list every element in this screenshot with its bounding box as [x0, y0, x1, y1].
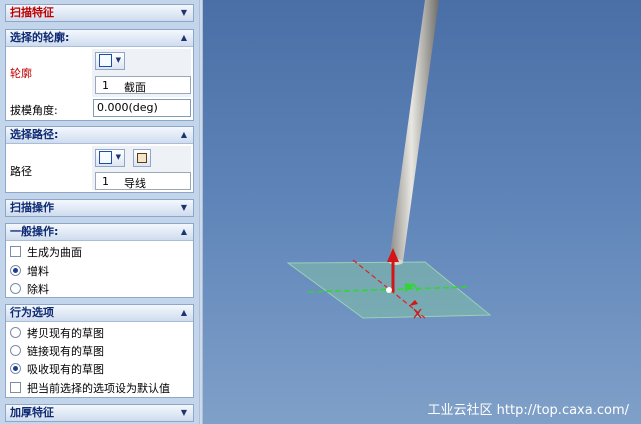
- profile-item-index: 1: [102, 79, 109, 92]
- sweep-tube-body[interactable]: [389, 0, 439, 262]
- chevron-up-icon[interactable]: ▲: [181, 127, 187, 143]
- profile-list[interactable]: 1 截面: [95, 76, 191, 94]
- draft-angle-input[interactable]: 0.000(deg): [93, 99, 191, 117]
- thicken-feature-section: 加厚特征 ▼: [5, 404, 194, 422]
- picture-icon: [137, 153, 147, 163]
- sweep-operation-header[interactable]: 扫描操作 ▼: [6, 200, 193, 216]
- pencil-icon: [99, 54, 112, 67]
- select-path-header[interactable]: 选择路径: ▲: [6, 127, 193, 144]
- general-operation-title: 一般操作:: [10, 225, 59, 238]
- sweep-feature-section: 扫描特征 ▼: [5, 4, 194, 22]
- select-path-title: 选择路径:: [10, 128, 59, 141]
- path-pick-button[interactable]: ▼: [95, 149, 125, 167]
- sweep-feature-title: 扫描特征: [10, 6, 54, 19]
- remove-material-radio[interactable]: [10, 283, 21, 294]
- behavior-options-section: 行为选项 ▲ 拷贝现有的草图 链接现有的草图 吸收现有的草图 把当前选择的选项设…: [5, 304, 194, 398]
- path-item-name: 导线: [124, 177, 146, 190]
- thicken-feature-title: 加厚特征: [10, 406, 54, 419]
- profile-pick-button[interactable]: ▼: [95, 52, 125, 70]
- add-material-label: 增料: [27, 265, 49, 278]
- set-default-label: 把当前选择的选项设为默认值: [27, 382, 170, 395]
- pencil-icon: [99, 151, 112, 164]
- copy-sketch-label: 拷贝现有的草图: [27, 327, 104, 340]
- draft-angle-label: 拔模角度:: [10, 104, 58, 117]
- watermark: 工业云社区 http://top.caxa.com/: [427, 403, 629, 418]
- general-operation-header[interactable]: 一般操作: ▲: [6, 224, 193, 241]
- behavior-options-title: 行为选项: [10, 306, 54, 319]
- property-panel: 扫描特征 ▼ 选择的轮廓: ▲ 轮廓 ▼ 1 截面 拔模角度: 0.000(de…: [0, 0, 199, 424]
- chevron-down-icon[interactable]: ▼: [181, 405, 187, 421]
- chevron-down-icon[interactable]: ▼: [181, 200, 187, 216]
- sweep-operation-title: 扫描操作: [10, 201, 54, 214]
- chevron-up-icon[interactable]: ▲: [181, 30, 187, 46]
- behavior-options-header[interactable]: 行为选项 ▲: [6, 305, 193, 322]
- link-sketch-label: 链接现有的草图: [27, 345, 104, 358]
- sweep-operation-section: 扫描操作 ▼: [5, 199, 194, 217]
- select-profile-title: 选择的轮廓:: [10, 31, 70, 44]
- thicken-feature-header[interactable]: 加厚特征 ▼: [6, 405, 193, 421]
- path-list[interactable]: 1 导线: [95, 172, 191, 190]
- profile-label: 轮廓: [10, 67, 32, 80]
- sweep-feature-header[interactable]: 扫描特征 ▼: [6, 5, 193, 21]
- chevron-down-icon[interactable]: ▼: [181, 5, 187, 21]
- link-sketch-radio[interactable]: [10, 345, 21, 356]
- general-operation-section: 一般操作: ▲ 生成为曲面 增料 除料: [5, 223, 194, 298]
- path-picture-button[interactable]: [133, 149, 151, 167]
- create-surface-label: 生成为曲面: [27, 246, 82, 259]
- dropdown-arrow-icon: ▼: [115, 56, 121, 64]
- origin-point-icon: [386, 287, 392, 293]
- dropdown-arrow-icon: ▼: [115, 153, 121, 161]
- set-default-checkbox[interactable]: [10, 382, 21, 393]
- path-label: 路径: [10, 165, 32, 178]
- 3d-viewport[interactable]: 工业云社区 http://top.caxa.com/: [203, 0, 641, 424]
- select-profile-header[interactable]: 选择的轮廓: ▲: [6, 30, 193, 47]
- select-profile-section: 选择的轮廓: ▲ 轮廓 ▼ 1 截面 拔模角度: 0.000(deg): [5, 29, 194, 121]
- profile-item-name: 截面: [124, 81, 146, 94]
- select-path-section: 选择路径: ▲ 路径 ▼ 1 导线: [5, 126, 194, 193]
- copy-sketch-radio[interactable]: [10, 327, 21, 338]
- add-material-radio[interactable]: [10, 265, 21, 276]
- absorb-sketch-radio[interactable]: [10, 363, 21, 374]
- path-item-index: 1: [102, 175, 109, 188]
- create-surface-checkbox[interactable]: [10, 246, 21, 257]
- scene-graphics: [286, 0, 492, 319]
- remove-material-label: 除料: [27, 283, 49, 296]
- chevron-up-icon[interactable]: ▲: [181, 305, 187, 321]
- absorb-sketch-label: 吸收现有的草图: [27, 363, 104, 376]
- chevron-up-icon[interactable]: ▲: [181, 224, 187, 240]
